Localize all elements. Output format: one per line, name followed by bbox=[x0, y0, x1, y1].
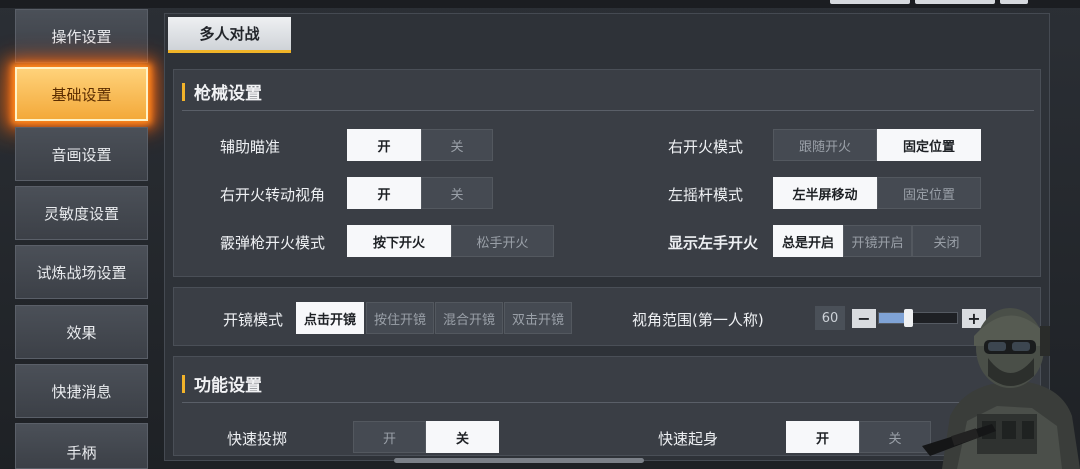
section-title: 功能设置 bbox=[182, 371, 262, 396]
horizontal-scrollbar[interactable] bbox=[394, 458, 644, 463]
show-left-fire-off[interactable]: 关闭 bbox=[912, 225, 981, 257]
sidebar-item-audio-video[interactable]: 音画设置 bbox=[15, 127, 148, 181]
tab-label: 多人对战 bbox=[199, 25, 260, 43]
sidebar-item-label: 灵敏度设置 bbox=[43, 204, 119, 223]
sidebar-item-label: 操作设置 bbox=[51, 27, 112, 46]
sidebar-item-controls[interactable]: 操作设置 bbox=[15, 9, 148, 63]
section-title-text: 枪械设置 bbox=[194, 84, 262, 104]
quick-rise-on[interactable]: 开 bbox=[786, 421, 859, 453]
section-divider bbox=[182, 402, 1034, 403]
quick-throw-label: 快速投掷 bbox=[227, 430, 288, 448]
tab-multiplayer[interactable]: 多人对战 bbox=[168, 17, 291, 53]
right-fire-mode-follow[interactable]: 跟随开火 bbox=[773, 129, 877, 161]
sidebar-item-label: 手柄 bbox=[66, 444, 97, 462]
sidebar-item-sensitivity[interactable]: 灵敏度设置 bbox=[15, 186, 148, 240]
sidebar-item-label: 试炼战场设置 bbox=[36, 263, 127, 282]
section-title: 枪械设置 bbox=[182, 79, 262, 104]
fov-decrease-button[interactable]: − bbox=[852, 309, 876, 328]
sidebar-item-trial-battlefield[interactable]: 试炼战场设置 bbox=[15, 245, 148, 299]
show-left-fire-always[interactable]: 总是开启 bbox=[773, 225, 843, 257]
sidebar-item-gamepad[interactable]: 手柄 bbox=[15, 423, 148, 469]
soldier-character-image bbox=[922, 308, 1080, 469]
sidebar-item-quick-message[interactable]: 快捷消息 bbox=[15, 364, 148, 418]
right-fire-turn-label: 右开火转动视角 bbox=[220, 186, 326, 204]
quick-rise-label: 快速起身 bbox=[658, 430, 719, 448]
section-accent-bar bbox=[182, 374, 185, 393]
aim-assist-label: 辅助瞄准 bbox=[220, 138, 281, 156]
aim-assist-off[interactable]: 关 bbox=[421, 129, 493, 161]
sidebar-item-label: 音画设置 bbox=[51, 145, 112, 164]
shotgun-fire-press[interactable]: 按下开火 bbox=[347, 225, 451, 257]
scope-mode-double-tap[interactable]: 双击开镜 bbox=[504, 302, 572, 334]
scope-mode-hold[interactable]: 按住开镜 bbox=[366, 302, 434, 334]
top-button-3[interactable] bbox=[1000, 0, 1028, 4]
sidebar-item-basic[interactable]: 基础设置 bbox=[15, 67, 148, 121]
right-fire-mode-fixed[interactable]: 固定位置 bbox=[877, 129, 981, 161]
quick-rise-off[interactable]: 关 bbox=[859, 421, 931, 453]
left-stick-mode-half-screen[interactable]: 左半屏移动 bbox=[773, 177, 877, 209]
shotgun-fire-release[interactable]: 松手开火 bbox=[451, 225, 554, 257]
scope-mode-mixed[interactable]: 混合开镜 bbox=[435, 302, 503, 334]
scope-mode-label: 开镜模式 bbox=[223, 311, 284, 329]
top-button-1[interactable] bbox=[830, 0, 910, 4]
aim-assist-on[interactable]: 开 bbox=[347, 129, 421, 161]
top-button-2[interactable] bbox=[915, 0, 995, 4]
section-divider bbox=[182, 110, 1034, 111]
show-left-fire-label: 显示左手开火 bbox=[668, 234, 759, 252]
sidebar-item-label: 快捷消息 bbox=[51, 382, 112, 401]
sidebar-item-effects[interactable]: 效果 bbox=[15, 305, 148, 359]
right-fire-turn-on[interactable]: 开 bbox=[347, 177, 421, 209]
quick-throw-off[interactable]: 关 bbox=[426, 421, 499, 453]
fov-label: 视角范围(第一人称) bbox=[632, 311, 764, 329]
right-fire-mode-label: 右开火模式 bbox=[668, 138, 744, 156]
left-stick-mode-fixed[interactable]: 固定位置 bbox=[877, 177, 981, 209]
sidebar-item-label: 效果 bbox=[66, 323, 97, 342]
section-title-text: 功能设置 bbox=[194, 376, 262, 396]
sidebar-item-label: 基础设置 bbox=[51, 85, 112, 104]
show-left-fire-scope[interactable]: 开镜开启 bbox=[843, 225, 912, 257]
fov-slider-handle[interactable] bbox=[904, 309, 913, 327]
quick-throw-on[interactable]: 开 bbox=[353, 421, 426, 453]
right-fire-turn-off[interactable]: 关 bbox=[421, 177, 493, 209]
scope-mode-tap[interactable]: 点击开镜 bbox=[296, 302, 364, 334]
shotgun-fire-mode-label: 霰弹枪开火模式 bbox=[220, 234, 326, 252]
left-stick-mode-label: 左摇杆模式 bbox=[668, 186, 744, 204]
fov-value: 60 bbox=[815, 306, 845, 330]
section-accent-bar bbox=[182, 82, 185, 101]
